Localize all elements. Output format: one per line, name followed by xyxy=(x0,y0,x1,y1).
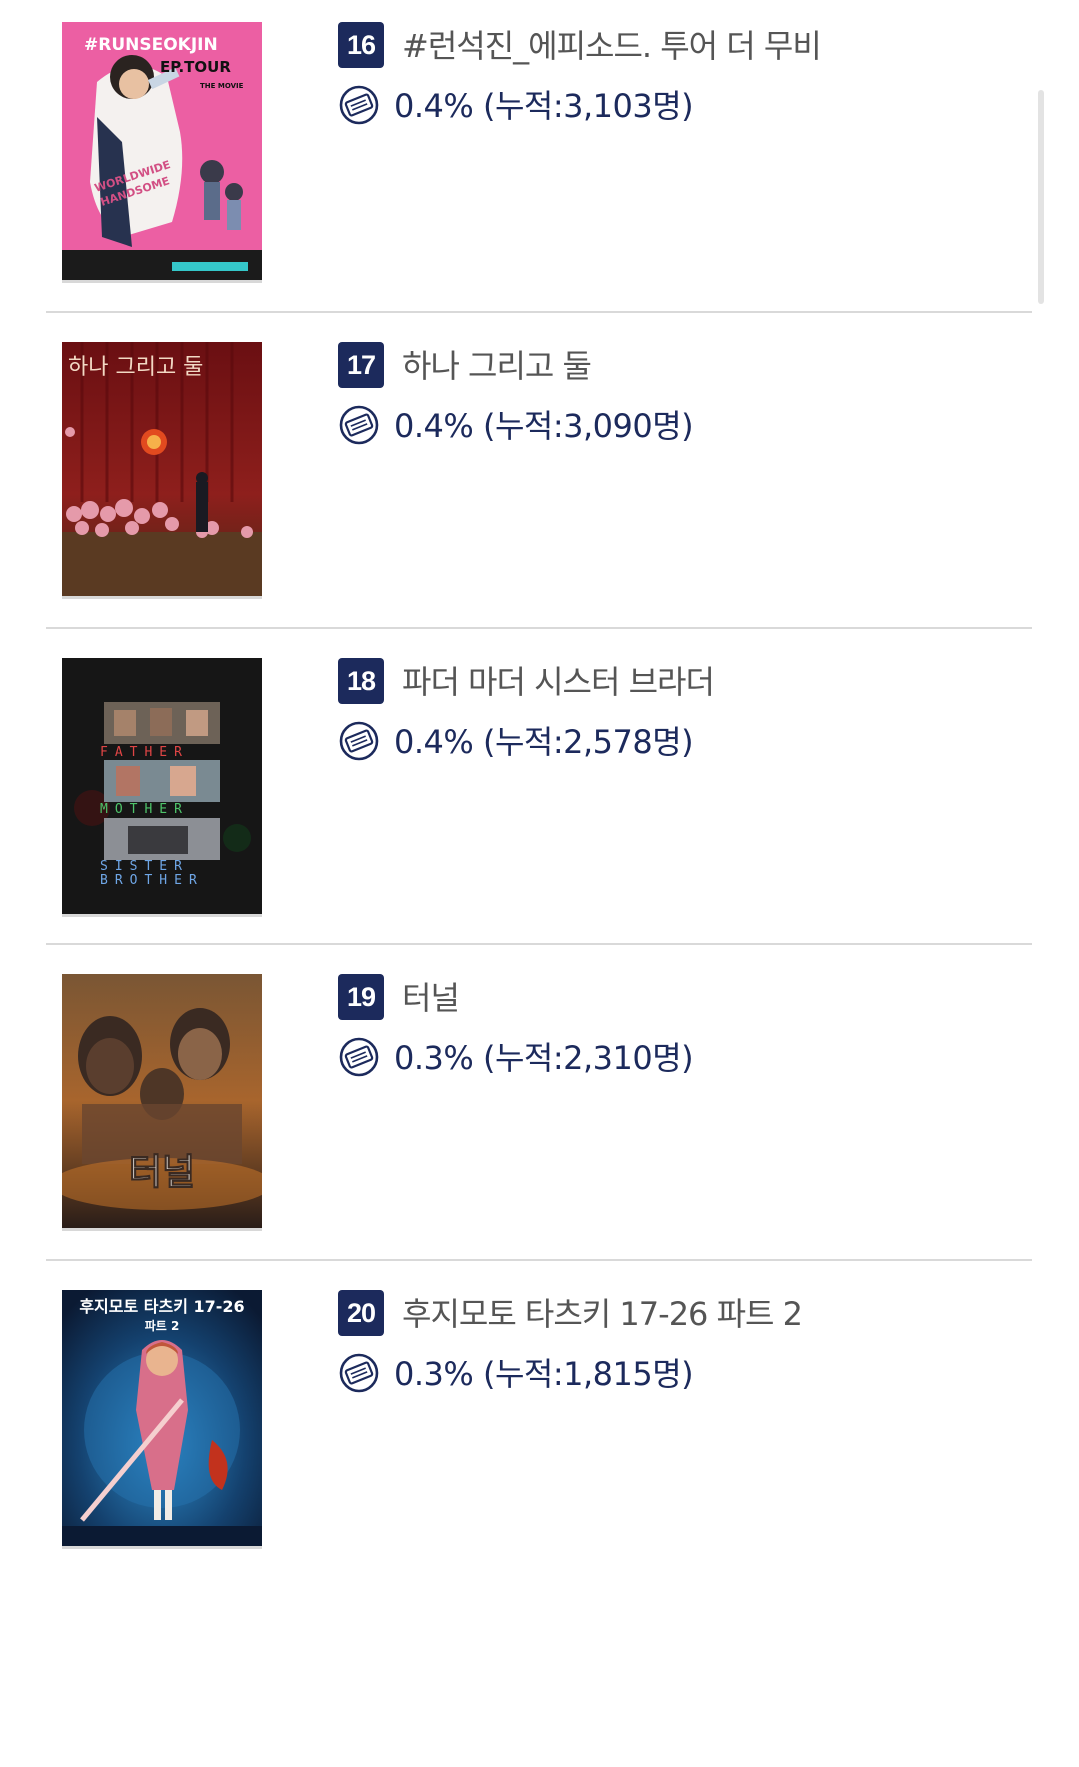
poster-text: BROTHER xyxy=(100,873,204,888)
rank-badge: 18 xyxy=(338,658,384,704)
poster-image: FATHER MOTHER SISTER BROTHER xyxy=(62,658,262,914)
movie-poster[interactable]: 후지모토 타츠키 17-26 파트 2 xyxy=(62,1290,262,1549)
share-text: 0.4% (누적:3,103명) xyxy=(394,87,694,125)
movie-title[interactable]: 후지모토 타츠키 17-26 파트 2 xyxy=(402,1292,803,1336)
movie-title[interactable]: #런석진_에피소드. 투어 더 무비 xyxy=(402,24,822,68)
rank-badge: 16 xyxy=(338,22,384,68)
divider xyxy=(46,311,1032,313)
poster-text: #RUNSEOKJIN xyxy=(84,35,218,55)
share-text: 0.4% (누적:3,090명) xyxy=(394,407,694,445)
movie-poster[interactable]: FATHER MOTHER SISTER BROTHER xyxy=(62,658,262,917)
divider xyxy=(46,1259,1032,1261)
divider xyxy=(46,627,1032,629)
poster-text: EP.TOUR xyxy=(160,58,231,76)
share-text: 0.3% (누적:1,815명) xyxy=(394,1355,694,1393)
poster-text: 터널 xyxy=(129,1152,195,1193)
rank-badge: 17 xyxy=(338,342,384,388)
poster-text: THE MOVIE xyxy=(200,82,244,90)
rank-badge: 19 xyxy=(338,974,384,1020)
poster-text: 후지모토 타츠키 17-26 xyxy=(79,1297,244,1316)
scrollbar[interactable] xyxy=(1038,90,1044,304)
share-text: 0.4% (누적:2,578명) xyxy=(394,723,694,761)
poster-image: 터널 xyxy=(62,974,262,1228)
ticket-icon xyxy=(339,405,379,445)
rank-badge: 20 xyxy=(338,1290,384,1336)
poster-text: MOTHER xyxy=(100,802,189,817)
poster-text: 파트 2 xyxy=(145,1318,180,1333)
ticket-icon xyxy=(339,721,379,761)
movie-title[interactable]: 하나 그리고 둘 xyxy=(402,344,592,388)
movie-title[interactable]: 파더 마더 시스터 브라더 xyxy=(402,660,715,704)
ticket-icon xyxy=(339,1353,379,1393)
movie-poster[interactable]: 터널 xyxy=(62,974,262,1231)
divider xyxy=(46,943,1032,945)
ticket-icon xyxy=(339,1037,379,1077)
movie-poster[interactable]: #RUNSEOKJIN EP.TOUR THE MOVIE WORLDWIDE … xyxy=(62,22,262,283)
poster-image: #RUNSEOKJIN EP.TOUR THE MOVIE WORLDWIDE … xyxy=(62,22,262,280)
poster-image: 하나 그리고 둘 xyxy=(62,342,262,596)
poster-text: 하나 그리고 둘 xyxy=(68,355,203,380)
poster-image: 후지모토 타츠키 17-26 파트 2 xyxy=(62,1290,262,1546)
movie-poster[interactable]: 하나 그리고 둘 xyxy=(62,342,262,599)
ticket-icon xyxy=(339,85,379,125)
share-text: 0.3% (누적:2,310명) xyxy=(394,1039,694,1077)
poster-text: SISTER xyxy=(100,859,189,874)
poster-text: FATHER xyxy=(100,745,189,760)
movie-title[interactable]: 터널 xyxy=(402,976,460,1020)
